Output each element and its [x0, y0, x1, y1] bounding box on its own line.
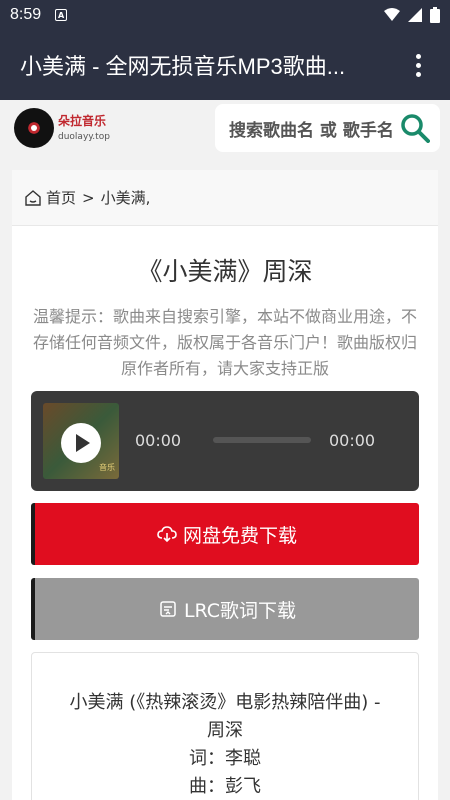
site-logo[interactable]: 朵拉音乐 duolayy.top [14, 106, 114, 150]
play-button[interactable] [61, 423, 101, 463]
cover-label: 音乐 [99, 463, 115, 472]
app-bar: 小美满 - 全网无损音乐MP3歌曲... [0, 30, 450, 100]
progress-bar[interactable] [213, 437, 311, 443]
logo-name: 朵拉音乐 [58, 114, 107, 128]
lrc-label: LRC歌词下载 [183, 599, 297, 622]
breadcrumb-current: 小美满, [100, 189, 151, 207]
lrc-download-button[interactable]: LRC歌词下载 [31, 578, 419, 640]
lyrics-line: 周深 [207, 720, 243, 741]
home-icon [25, 189, 41, 206]
song-title: 《小美满》周深 [137, 257, 313, 286]
copyright-notice: 温馨提示：歌曲来自搜索引擎，本站不做商业用途，不存储任何音频文件，版权属于各音乐… [32, 307, 417, 378]
notification-icon: A [55, 9, 68, 21]
content-card: 首页 > 小美满, 《小美满》周深 温馨提示：歌曲来自搜索引擎，本站不做商业用途… [12, 170, 438, 800]
lyrics-panel: 小美满 (《热辣滚烫》电影热辣陪伴曲) - 周深 词：李聪 曲：彭飞 [31, 652, 419, 800]
search-box[interactable]: 搜索歌曲名 或 歌手名 [215, 104, 440, 152]
total-time: 00:00 [329, 431, 376, 450]
audio-player: 音乐 00:00 00:00 [31, 391, 419, 491]
cloud-download-icon [157, 526, 177, 543]
app-title: 小美满 - 全网无损音乐MP3歌曲... [20, 54, 346, 79]
lyrics-line: 曲：彭飞 [189, 776, 261, 797]
breadcrumb: 首页 > 小美满, [12, 170, 438, 226]
more-options-icon[interactable] [406, 53, 430, 77]
current-time: 00:00 [135, 431, 182, 450]
battery-icon [430, 7, 440, 23]
breadcrumb-home-link[interactable]: 首页 [46, 187, 76, 208]
search-placeholder: 搜索歌曲名 或 歌手名 [229, 120, 394, 141]
wifi-icon [384, 8, 400, 21]
lyrics-file-icon [160, 601, 176, 617]
signal-icon [408, 8, 422, 22]
lyrics-line: 小美满 (《热辣滚烫》电影热辣陪伴曲) - [69, 692, 381, 713]
site-header: 朵拉音乐 duolayy.top 搜索歌曲名 或 歌手名 [0, 100, 450, 160]
lyrics-line: 词：李聪 [189, 748, 261, 769]
breadcrumb-separator: > [82, 188, 95, 207]
status-time: 8:59 [10, 6, 42, 23]
status-bar: 8:59 A [0, 0, 450, 30]
vinyl-disc-icon [14, 108, 54, 148]
search-icon[interactable] [400, 113, 430, 143]
status-icons [384, 7, 440, 23]
download-button[interactable]: 网盘免费下载 [31, 503, 419, 565]
download-label: 网盘免费下载 [182, 524, 297, 547]
logo-url: duolayy.top [58, 132, 110, 142]
